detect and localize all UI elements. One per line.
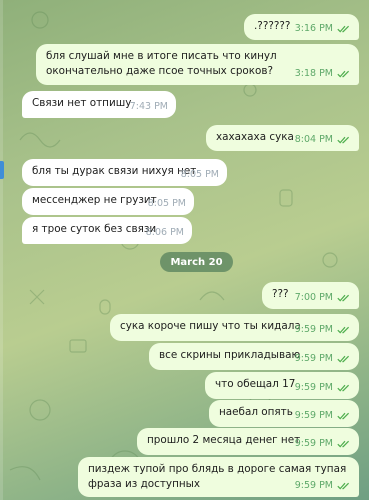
double-check-icon: [337, 384, 350, 391]
message-meta: 9:59 PM: [295, 380, 351, 395]
message-meta: 8:06 PM: [146, 225, 184, 240]
message-meta: 9:59 PM: [295, 351, 351, 366]
message-time: 3:18 PM: [294, 68, 333, 79]
message-bubble-outgoing[interactable]: бля слушай мне в итоге писать что кинул …: [36, 44, 359, 85]
message-time: 9:59 PM: [294, 324, 333, 335]
message-text: сука короче пишу что ты кидала: [120, 320, 301, 332]
message-meta: 8:05 PM: [148, 196, 186, 211]
message-text: Связи нет отпишу: [32, 97, 132, 109]
double-check-icon: [337, 326, 350, 333]
message-bubble-outgoing[interactable]: что обещал 17 9:59 PM: [205, 372, 359, 399]
message-meta: 9:59 PM: [295, 436, 351, 451]
message-meta: 7:43 PM: [130, 99, 168, 114]
message-meta: 9:59 PM: [295, 478, 351, 493]
double-check-icon: [337, 136, 350, 143]
double-check-icon: [337, 25, 350, 32]
message-text: прошло 2 месяца денег нет: [147, 434, 301, 446]
message-bubble-incoming[interactable]: Связи нет отпишу 7:43 PM: [22, 91, 176, 118]
message-time: 8:06 PM: [145, 227, 184, 238]
message-meta: 9:59 PM: [295, 322, 351, 337]
message-bubble-outgoing[interactable]: пиздеж тупой про блядь в дороге самая ту…: [78, 457, 359, 497]
message-text: что обещал 17: [215, 378, 296, 390]
message-meta: 9:59 PM: [295, 408, 351, 423]
message-time: 9:59 PM: [294, 480, 333, 491]
date-separator: March 20: [160, 252, 233, 272]
message-text: все скрины прикладываю: [159, 349, 301, 361]
message-time: 8:05 PM: [147, 198, 186, 209]
double-check-icon: [337, 355, 350, 362]
message-time: 8:05 PM: [180, 169, 219, 180]
message-bubble-incoming[interactable]: мессенджер не грузит 8:05 PM: [22, 188, 194, 215]
message-bubble-outgoing[interactable]: хахахаха сука 8:04 PM: [206, 125, 359, 151]
message-text: мессенджер не грузит: [32, 194, 157, 206]
double-check-icon: [337, 70, 350, 77]
message-bubble-outgoing[interactable]: сука короче пишу что ты кидала 9:59 PM: [110, 314, 359, 341]
message-time: 9:59 PM: [294, 382, 333, 393]
message-text: ???: [272, 288, 289, 300]
message-meta: 8:04 PM: [295, 132, 351, 147]
message-text: наебал опять: [219, 406, 293, 418]
message-bubble-outgoing[interactable]: прошло 2 месяца денег нет 9:59 PM: [137, 428, 359, 455]
message-time: 9:59 PM: [294, 353, 333, 364]
double-check-icon: [337, 440, 350, 447]
message-time: 7:43 PM: [129, 101, 168, 112]
message-text: .??????: [254, 20, 291, 32]
message-time: 7:00 PM: [294, 292, 333, 303]
message-text: я трое суток без связи: [32, 223, 157, 235]
message-text: хахахаха сука: [216, 131, 294, 143]
message-bubble-outgoing[interactable]: все скрины прикладываю 9:59 PM: [149, 343, 359, 370]
message-time: 3:16 PM: [294, 23, 333, 34]
message-bubble-outgoing[interactable]: ??? 7:00 PM: [262, 282, 359, 309]
double-check-icon: [337, 294, 350, 301]
message-bubble-outgoing[interactable]: .?????? 3:16 PM: [244, 14, 359, 40]
message-text: бля ты дурак связи нихуя нет: [32, 165, 197, 177]
message-meta: 3:18 PM: [295, 66, 351, 81]
message-meta: 7:00 PM: [295, 290, 351, 305]
double-check-icon: [337, 412, 350, 419]
message-bubble-incoming[interactable]: бля ты дурак связи нихуя нет 8:05 PM: [22, 159, 227, 186]
message-meta: 8:05 PM: [181, 167, 219, 182]
double-check-icon: [337, 482, 350, 489]
message-bubble-outgoing[interactable]: наебал опять 9:59 PM: [209, 400, 359, 427]
message-time: 9:59 PM: [294, 410, 333, 421]
message-time: 9:59 PM: [294, 438, 333, 449]
message-meta: 3:16 PM: [295, 21, 351, 36]
message-list[interactable]: .?????? 3:16 PM бля слушай мне в итоге п…: [0, 0, 369, 500]
message-time: 8:04 PM: [294, 134, 333, 145]
message-bubble-incoming[interactable]: я трое суток без связи 8:06 PM: [22, 217, 192, 244]
